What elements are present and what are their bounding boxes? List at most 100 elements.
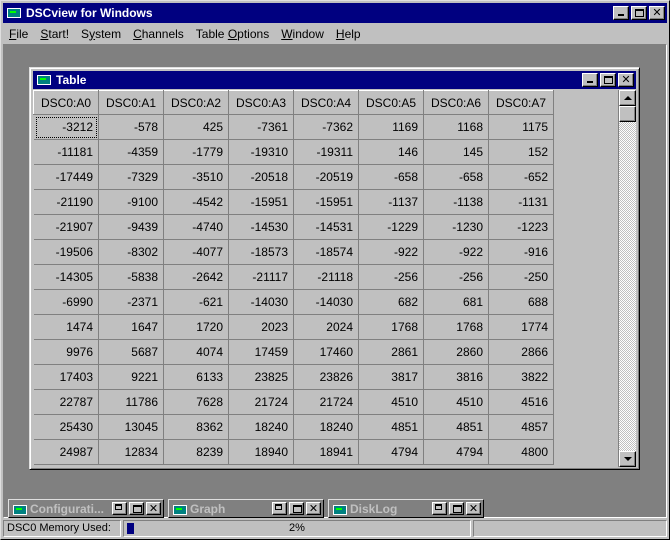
table-cell[interactable]: -256: [358, 264, 424, 290]
table-cell[interactable]: 2866: [488, 339, 554, 365]
table-cell[interactable]: 1768: [358, 314, 424, 340]
table-cell[interactable]: 2023: [228, 314, 294, 340]
table-cell[interactable]: 17403: [33, 364, 99, 390]
table-cell[interactable]: -8302: [98, 239, 164, 265]
table-cell[interactable]: -2642: [163, 264, 229, 290]
table-cell[interactable]: -21117: [228, 264, 294, 290]
table-cell[interactable]: -9100: [98, 189, 164, 215]
table-cell[interactable]: -7361: [228, 114, 294, 140]
close-button[interactable]: ✕: [146, 502, 161, 515]
scroll-up-button[interactable]: [619, 90, 636, 106]
table-cell[interactable]: -9439: [98, 214, 164, 240]
table-cell[interactable]: 2860: [423, 339, 489, 365]
table-cell[interactable]: 18941: [293, 439, 359, 465]
table-cell[interactable]: -3510: [163, 164, 229, 190]
scroll-thumb[interactable]: [619, 106, 636, 122]
column-header[interactable]: DSC0:A2: [163, 90, 229, 115]
table-maximize-button[interactable]: [600, 73, 616, 87]
table-cell[interactable]: 1720: [163, 314, 229, 340]
table-cell[interactable]: 4851: [358, 414, 424, 440]
table-cell[interactable]: 21724: [228, 389, 294, 415]
table-cell[interactable]: -4542: [163, 189, 229, 215]
table-cell[interactable]: -2371: [98, 289, 164, 315]
column-header[interactable]: DSC0:A0: [33, 90, 99, 115]
table-cell[interactable]: -652: [488, 164, 554, 190]
table-cell[interactable]: 1774: [488, 314, 554, 340]
table-cell[interactable]: -20519: [293, 164, 359, 190]
table-cell[interactable]: 4510: [358, 389, 424, 415]
table-cell[interactable]: 4516: [488, 389, 554, 415]
table-cell[interactable]: 9976: [33, 339, 99, 365]
menu-system[interactable]: System: [75, 27, 127, 41]
menu-help[interactable]: Help: [330, 27, 367, 41]
table-cell[interactable]: -17449: [33, 164, 99, 190]
table-cell[interactable]: 152: [488, 139, 554, 165]
table-cell[interactable]: -3212: [33, 114, 99, 140]
table-cell[interactable]: 24987: [33, 439, 99, 465]
table-cell[interactable]: 1474: [33, 314, 99, 340]
table-cell[interactable]: 18240: [228, 414, 294, 440]
restore-button[interactable]: [272, 502, 287, 515]
table-cell[interactable]: -18573: [228, 239, 294, 265]
table-cell[interactable]: 4510: [423, 389, 489, 415]
table-cell[interactable]: 146: [358, 139, 424, 165]
table-cell[interactable]: 4851: [423, 414, 489, 440]
table-cell[interactable]: -7362: [293, 114, 359, 140]
table-cell[interactable]: 1647: [98, 314, 164, 340]
table-cell[interactable]: 25430: [33, 414, 99, 440]
table-cell[interactable]: 11786: [98, 389, 164, 415]
table-cell[interactable]: 8239: [163, 439, 229, 465]
table-cell[interactable]: -658: [358, 164, 424, 190]
table-cell[interactable]: -14305: [33, 264, 99, 290]
column-header[interactable]: DSC0:A1: [98, 90, 164, 115]
table-cell[interactable]: -14531: [293, 214, 359, 240]
data-grid[interactable]: DSC0:A0 DSC0:A1 DSC0:A2 DSC0:A3 DSC0:A4 DSC0:…: [33, 90, 619, 467]
table-cell[interactable]: 12834: [98, 439, 164, 465]
table-cell[interactable]: -922: [423, 239, 489, 265]
table-cell[interactable]: -4740: [163, 214, 229, 240]
scroll-down-button[interactable]: [619, 451, 636, 467]
column-header[interactable]: DSC0:A4: [293, 90, 359, 115]
table-cell[interactable]: 18940: [228, 439, 294, 465]
main-titlebar[interactable]: DSCview for Windows ✕: [3, 3, 667, 23]
table-cell[interactable]: 688: [488, 289, 554, 315]
table-cell[interactable]: -14030: [228, 289, 294, 315]
table-titlebar[interactable]: Table ✕: [33, 71, 636, 89]
table-cell[interactable]: -1229: [358, 214, 424, 240]
restore-button[interactable]: [112, 502, 127, 515]
table-cell[interactable]: 4857: [488, 414, 554, 440]
table-cell[interactable]: 5687: [98, 339, 164, 365]
vertical-scrollbar[interactable]: [619, 90, 636, 467]
menu-channels[interactable]: Channels: [127, 27, 190, 41]
table-cell[interactable]: 4800: [488, 439, 554, 465]
table-cell[interactable]: 8362: [163, 414, 229, 440]
minimize-button[interactable]: [613, 6, 629, 20]
close-button[interactable]: ✕: [466, 502, 481, 515]
table-cell[interactable]: 18240: [293, 414, 359, 440]
table-cell[interactable]: 21724: [293, 389, 359, 415]
column-header[interactable]: DSC0:A7: [488, 90, 554, 115]
table-cell[interactable]: -1779: [163, 139, 229, 165]
column-header[interactable]: DSC0:A3: [228, 90, 294, 115]
table-cell[interactable]: -1137: [358, 189, 424, 215]
table-cell[interactable]: 13045: [98, 414, 164, 440]
table-cell[interactable]: -19506: [33, 239, 99, 265]
table-cell[interactable]: -21118: [293, 264, 359, 290]
maximize-button[interactable]: [289, 502, 304, 515]
table-cell[interactable]: 17459: [228, 339, 294, 365]
table-cell[interactable]: -6990: [33, 289, 99, 315]
minimized-window-graph[interactable]: Graph ✕: [168, 499, 324, 518]
table-cell[interactable]: -5838: [98, 264, 164, 290]
table-cell[interactable]: -1138: [423, 189, 489, 215]
table-cell[interactable]: -20518: [228, 164, 294, 190]
table-cell[interactable]: 1768: [423, 314, 489, 340]
table-cell[interactable]: -7329: [98, 164, 164, 190]
menu-table-options[interactable]: Table Options: [190, 27, 275, 41]
menu-file[interactable]: File: [3, 27, 34, 41]
menu-window[interactable]: Window: [275, 27, 330, 41]
close-button[interactable]: ✕: [306, 502, 321, 515]
table-close-button[interactable]: ✕: [618, 73, 634, 87]
table-cell[interactable]: -916: [488, 239, 554, 265]
table-cell[interactable]: 22787: [33, 389, 99, 415]
table-cell[interactable]: -658: [423, 164, 489, 190]
